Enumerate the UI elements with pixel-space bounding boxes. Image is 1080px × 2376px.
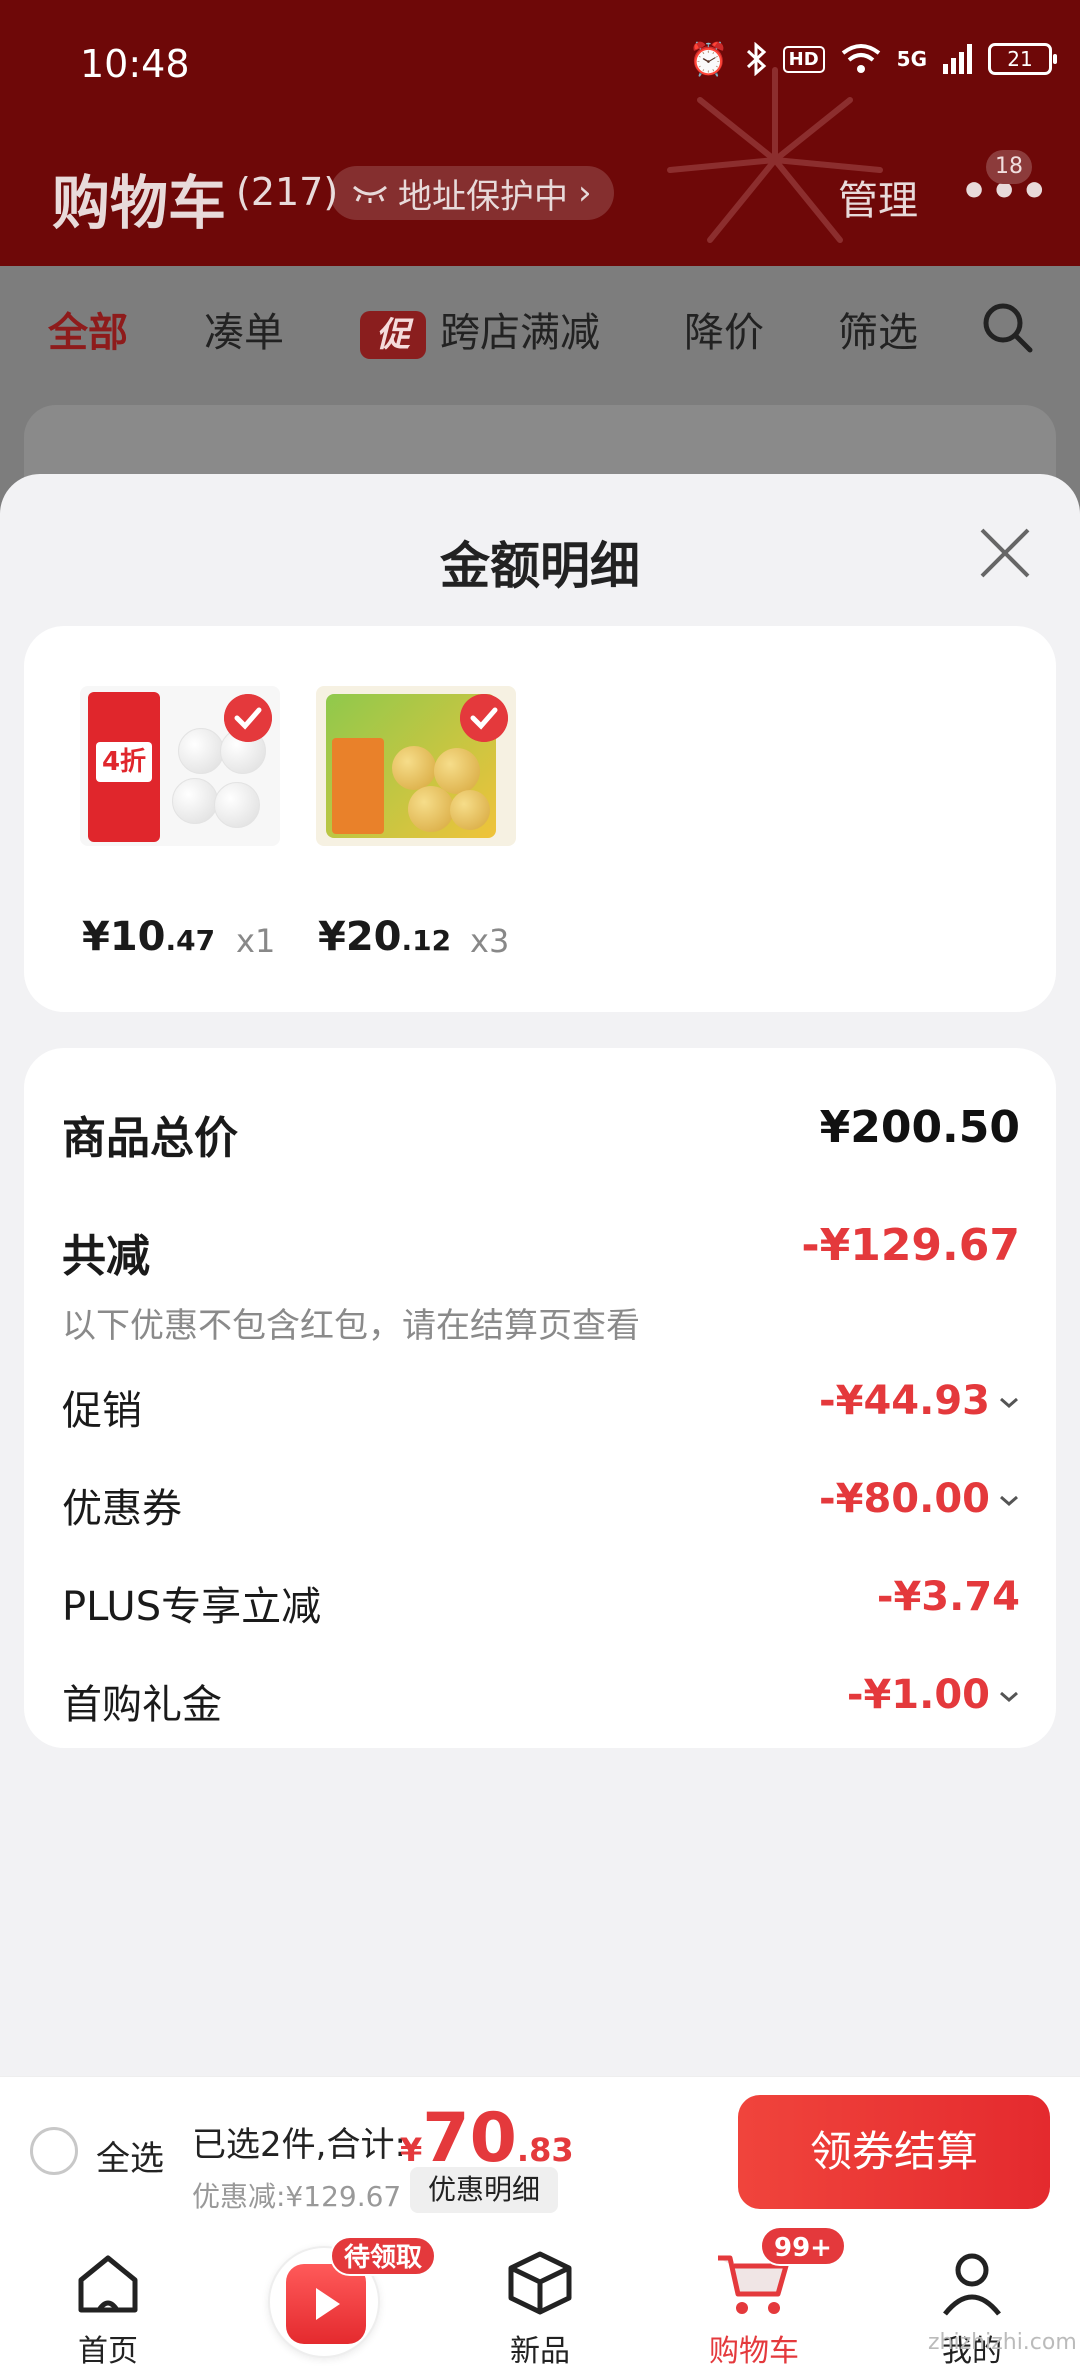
goods-item[interactable] [316, 686, 516, 846]
coupon-value: -¥80.00 [819, 1476, 990, 1522]
nav-new-label: 新品 [510, 2334, 570, 2369]
cart-header: 10:48 ⏰ HD 5G 21 购物车 (217) 地址保护中 › 管理 ••… [0, 0, 1080, 266]
item-price: ¥20.12 [318, 914, 452, 960]
checked-icon[interactable] [224, 694, 272, 742]
filter-cross-store-label: 跨店满减 [440, 310, 600, 356]
nav-home-label: 首页 [78, 2334, 138, 2369]
network-type: 5G [896, 47, 927, 71]
checkout-bar: 全选 已选2件,合计: ¥70.83 优惠减:¥129.67 优惠明细 领券结算 [0, 2076, 1080, 2226]
reduce-note: 以下优惠不包含红包，请在结算页查看 [62, 1306, 640, 1346]
goods-item[interactable]: 4折 [80, 686, 280, 846]
amount-detail-card: 商品总价 ¥200.50 共减 -¥129.67 以下优惠不包含红包，请在结算页… [24, 1048, 1056, 1748]
promo-label: 促销 [62, 1388, 142, 1434]
select-all-label[interactable]: 全选 [96, 2131, 164, 2180]
user-icon [943, 2253, 1001, 2316]
promo-value: -¥44.93 [819, 1378, 990, 1424]
home-icon [78, 2255, 138, 2313]
manage-button[interactable]: 管理 [838, 168, 918, 226]
battery-icon: 21 [988, 43, 1057, 75]
total-reduce-value: -¥129.67 [801, 1220, 1020, 1271]
chevron-down-icon [1000, 1397, 1018, 1408]
filter-filter[interactable]: 筛选 [838, 300, 918, 358]
filter-cross-store[interactable]: 促跨店满减 [360, 300, 600, 359]
first-buy-label: 首购礼金 [62, 1682, 222, 1728]
message-badge: 18 [986, 150, 1032, 184]
filter-combo[interactable]: 凑单 [204, 300, 284, 358]
cart-count: (217) [236, 170, 339, 214]
product-thumbnail: 4折 [80, 686, 280, 846]
coupon-label: 优惠券 [62, 1486, 182, 1532]
amount-detail-sheet: 金额明细 4折 ¥10.47 x1 ¥20.12 x3 商品总价 ¥200.50… [0, 474, 1080, 2080]
video-icon [286, 2264, 366, 2344]
bluetooth-icon [746, 42, 766, 76]
plus-label: PLUS专享立减 [62, 1584, 322, 1630]
firework-decoration [667, 67, 883, 243]
page-title: 购物车 [52, 169, 227, 237]
alarm-icon: ⏰ [688, 40, 729, 78]
promo-tag: 促 [360, 311, 426, 359]
nav-new[interactable]: 新品 [440, 2226, 640, 2376]
total-price-label: 商品总价 [62, 1113, 238, 1164]
promo-value-row[interactable]: -¥44.93 [819, 1378, 1020, 1424]
search-icon[interactable] [980, 300, 1034, 354]
status-time: 10:48 [80, 42, 190, 86]
discount-detail-button[interactable]: 优惠明细 [410, 2167, 559, 2213]
signal-icon [943, 44, 972, 74]
total-price-value: ¥200.50 [819, 1102, 1020, 1153]
filter-price-drop[interactable]: 降价 [684, 300, 764, 358]
nav-cart-label: 购物车 [709, 2334, 799, 2369]
cart-badge: 99+ [760, 2226, 846, 2266]
chevron-down-icon [1000, 1691, 1018, 1702]
address-protect-pill[interactable]: 地址保护中 › [330, 166, 614, 220]
checked-icon[interactable] [460, 694, 508, 742]
plus-value: -¥3.74 [876, 1574, 1020, 1620]
wifi-icon [841, 44, 880, 73]
video-badge: 待领取 [330, 2236, 437, 2276]
chevron-down-icon [1000, 1495, 1018, 1506]
item-price: ¥10.47 [82, 914, 216, 960]
total-reduce-label: 共减 [62, 1231, 150, 1282]
first-buy-value-row[interactable]: -¥1.00 [847, 1672, 1020, 1718]
bottom-nav: 首页 待领取 新品 购物车 99+ 我的 zhizhizhi.com [0, 2226, 1080, 2376]
sheet-title: 金额明细 [440, 537, 640, 595]
filter-all[interactable]: 全部 [48, 300, 128, 358]
checkout-button[interactable]: 领券结算 [738, 2095, 1050, 2209]
close-icon[interactable] [976, 524, 1034, 582]
address-protect-label: 地址保护中 [398, 176, 568, 217]
product-thumbnail [316, 686, 516, 846]
hd-icon: HD [782, 45, 825, 73]
watermark: zhizhizhi.com [928, 2330, 1077, 2355]
nav-home[interactable]: 首页 [8, 2226, 208, 2376]
item-quantity: x3 [470, 922, 510, 960]
selected-count: 已选2件,合计: [192, 2125, 406, 2165]
closed-eye-icon [353, 185, 387, 203]
first-buy-value: -¥1.00 [846, 1672, 990, 1718]
item-quantity: x1 [236, 922, 276, 960]
status-icons: ⏰ HD 5G 21 [688, 40, 1057, 78]
box-icon [508, 2251, 572, 2315]
coupon-value-row[interactable]: -¥80.00 [819, 1476, 1020, 1522]
discount-text: 优惠减:¥129.67 [192, 2180, 402, 2213]
chevron-right-icon: › [578, 173, 592, 213]
select-all-radio[interactable] [30, 2127, 78, 2175]
